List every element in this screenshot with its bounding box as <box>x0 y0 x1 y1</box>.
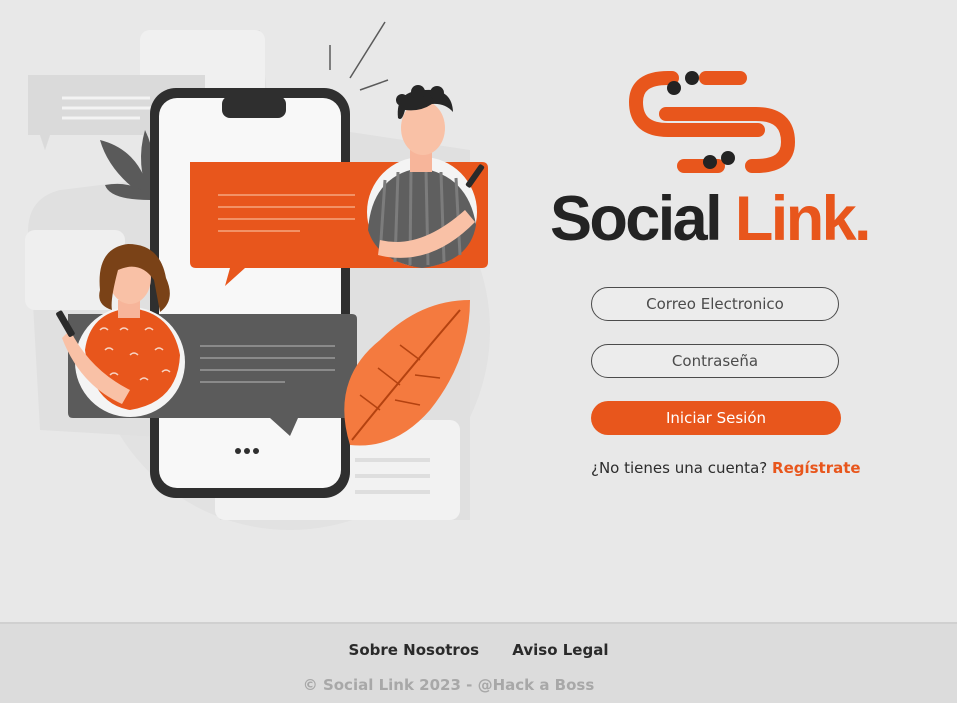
signup-prompt-row: ¿No tienes una cuenta? Regístrate <box>591 459 861 477</box>
brand-header: Social Link. <box>548 70 888 260</box>
footer-link-about[interactable]: Sobre Nosotros <box>349 641 480 659</box>
brand-title: Social Link. <box>550 188 872 251</box>
copyright-text: © Social Link 2023 - @Hack a Boss <box>302 676 595 694</box>
password-field[interactable] <box>591 344 839 378</box>
login-button[interactable]: Iniciar Sesión <box>591 401 841 435</box>
signup-prompt-text: ¿No tienes una cuenta? <box>591 459 768 477</box>
footer-links: Sobre Nosotros Aviso Legal <box>0 641 957 659</box>
signup-link[interactable]: Regístrate <box>772 459 861 477</box>
brand-name-main: Social <box>550 184 723 254</box>
email-field[interactable] <box>591 287 839 321</box>
chat-phone-illustration <box>25 21 490 530</box>
brand-name-accent: Link. <box>734 184 872 254</box>
footer: Sobre Nosotros Aviso Legal © Social Link… <box>0 622 957 703</box>
main-area: Social Link. Iniciar Sesión ¿No tienes u… <box>0 0 957 622</box>
footer-link-legal[interactable]: Aviso Legal <box>512 641 608 659</box>
link-logo-icon <box>628 71 796 173</box>
